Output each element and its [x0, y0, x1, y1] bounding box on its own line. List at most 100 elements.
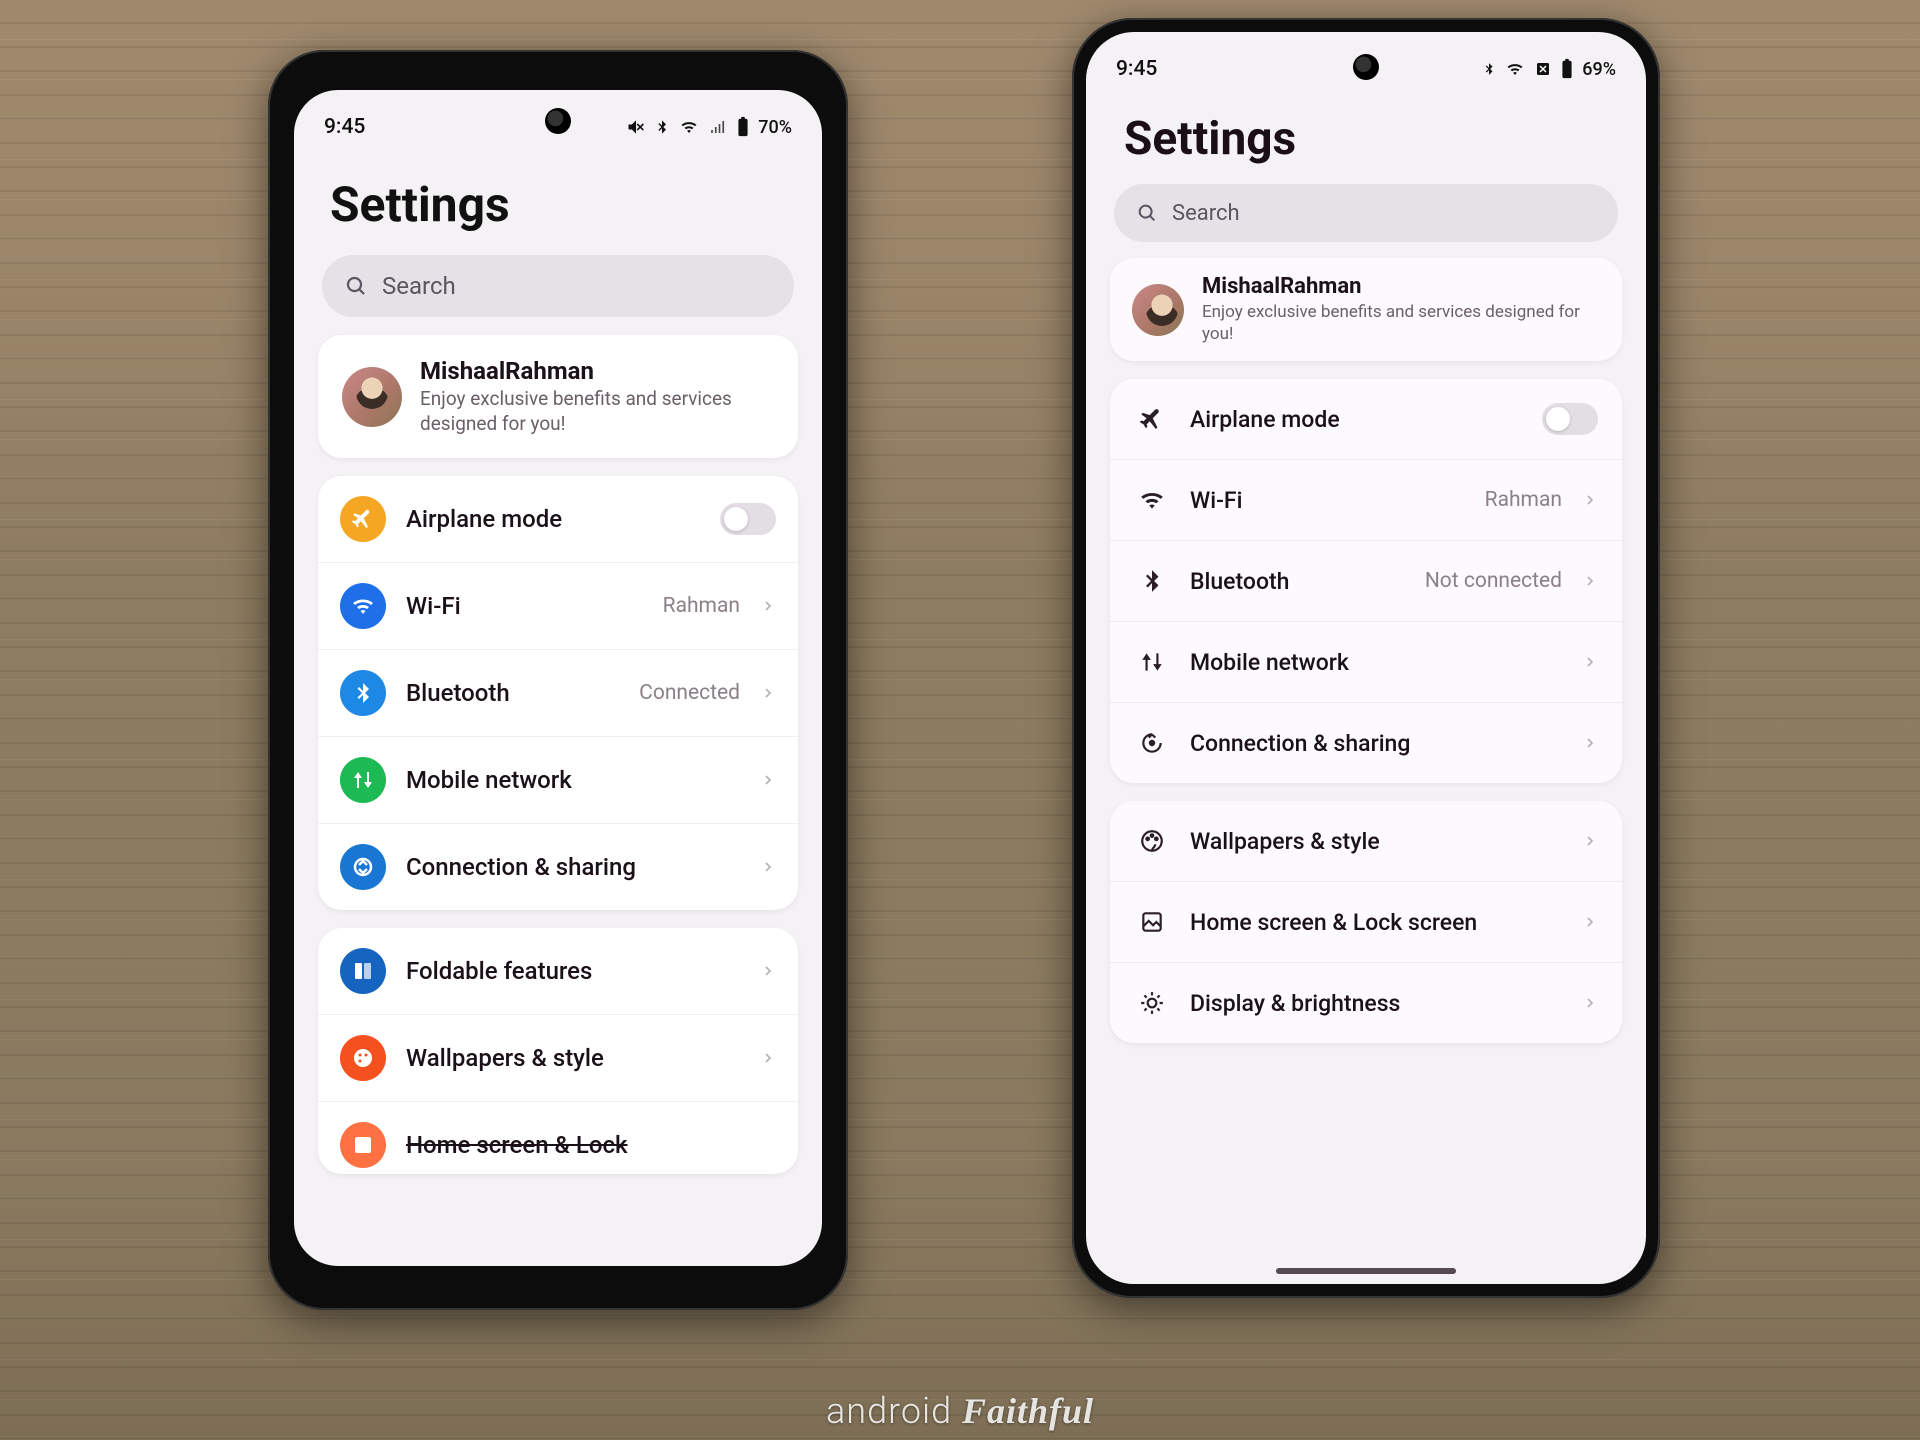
chevron-right-icon [1582, 569, 1598, 593]
profile-subtitle: Enjoy exclusive benefits and services de… [1202, 301, 1600, 345]
row-airplane-mode[interactable]: Airplane mode [318, 476, 798, 562]
row-label: Mobile network [406, 766, 740, 794]
airplane-toggle[interactable] [720, 503, 776, 535]
row-label: Bluetooth [1190, 568, 1405, 595]
search-icon [1136, 202, 1158, 224]
avatar [1132, 284, 1184, 336]
row-mobile-network[interactable]: Mobile network [318, 736, 798, 823]
camera-hole-icon [545, 108, 571, 134]
personalization-group: Foldable features Wallpapers & style Hom… [318, 928, 798, 1174]
row-value: Connected [639, 681, 740, 705]
row-value: Rahman [1485, 488, 1562, 512]
airplane-toggle[interactable] [1542, 403, 1598, 435]
row-airplane-mode[interactable]: Airplane mode [1110, 379, 1622, 459]
connection-sharing-icon [1134, 725, 1170, 761]
status-time: 9:45 [1116, 57, 1157, 81]
row-label: Home screen & Lock screen [1190, 909, 1562, 936]
row-wallpapers-style[interactable]: Wallpapers & style [318, 1014, 798, 1101]
row-home-lock-screen[interactable]: Home screen & Lock screen [1110, 881, 1622, 962]
row-label: Airplane mode [406, 505, 700, 533]
row-bluetooth[interactable]: Bluetooth Connected [318, 649, 798, 736]
connectivity-group: Airplane mode Wi-Fi Rahman Bluetooth Not… [1110, 379, 1622, 783]
row-mobile-network[interactable]: Mobile network [1110, 621, 1622, 702]
bluetooth-icon [340, 670, 386, 716]
chevron-right-icon [1582, 731, 1598, 755]
search-input[interactable]: Search [322, 255, 794, 317]
row-label: Connection & sharing [1190, 730, 1562, 757]
signal-icon [708, 118, 728, 136]
no-sim-icon [1534, 60, 1552, 78]
gesture-bar[interactable] [1276, 1268, 1456, 1274]
row-display-brightness[interactable]: Display & brightness [1110, 962, 1622, 1043]
avatar [342, 367, 402, 427]
home-lock-icon [1134, 904, 1170, 940]
wallpapers-icon [340, 1035, 386, 1081]
connection-sharing-icon [340, 844, 386, 890]
row-home-lock[interactable]: Home screen & Lock [318, 1101, 798, 1174]
mobile-network-icon [340, 757, 386, 803]
row-wifi[interactable]: Wi-Fi Rahman [1110, 459, 1622, 540]
brightness-icon [1134, 985, 1170, 1021]
mute-icon [626, 117, 646, 137]
row-label: Wi-Fi [1190, 487, 1465, 514]
chevron-right-icon [1582, 910, 1598, 934]
search-icon [344, 274, 368, 298]
row-value: Rahman [663, 594, 740, 618]
wallpapers-icon [1134, 823, 1170, 859]
chevron-right-icon [760, 959, 776, 983]
battery-icon [736, 116, 750, 138]
chevron-right-icon [1582, 488, 1598, 512]
chevron-right-icon [1582, 991, 1598, 1015]
page-title: Settings [294, 146, 822, 255]
connectivity-group: Airplane mode Wi-Fi Rahman Bluetooth Con… [318, 476, 798, 910]
chevron-right-icon [760, 768, 776, 792]
row-wifi[interactable]: Wi-Fi Rahman [318, 562, 798, 649]
row-foldable-features[interactable]: Foldable features [318, 928, 798, 1014]
row-wallpapers-style[interactable]: Wallpapers & style [1110, 801, 1622, 881]
wifi-icon [1134, 482, 1170, 518]
watermark: android Faithful [826, 1390, 1094, 1432]
wifi-icon [340, 583, 386, 629]
chevron-right-icon [760, 1046, 776, 1070]
row-value: Not connected [1425, 569, 1562, 593]
row-label: Connection & sharing [406, 853, 740, 881]
chevron-right-icon [1582, 650, 1598, 674]
row-label: Wi-Fi [406, 592, 643, 620]
bluetooth-icon [654, 117, 670, 137]
status-battery: 69% [1582, 59, 1616, 80]
search-placeholder: Search [1172, 201, 1240, 226]
row-label: Wallpapers & style [406, 1044, 740, 1072]
profile-subtitle: Enjoy exclusive benefits and services de… [420, 387, 774, 436]
wifi-icon [1504, 60, 1526, 78]
row-label: Mobile network [1190, 649, 1562, 676]
status-time: 9:45 [324, 115, 365, 139]
watermark-word-2: Faithful [962, 1391, 1094, 1431]
profile-card[interactable]: MishaalRahman Enjoy exclusive benefits a… [318, 335, 798, 458]
row-connection-sharing[interactable]: Connection & sharing [1110, 702, 1622, 783]
mobile-network-icon [1134, 644, 1170, 680]
profile-card[interactable]: MishaalRahman Enjoy exclusive benefits a… [1110, 258, 1622, 361]
chevron-right-icon [760, 681, 776, 705]
phone-right-frame: 9:45 69% Settings Search MishaalRahman E… [1072, 18, 1660, 1298]
phone-right-screen: 9:45 69% Settings Search MishaalRahman E… [1086, 32, 1646, 1284]
row-connection-sharing[interactable]: Connection & sharing [318, 823, 798, 910]
phone-left-frame: 9:45 70% Settings Search MishaalRahman E… [268, 50, 848, 1310]
row-label: Display & brightness [1190, 990, 1562, 1017]
profile-name: MishaalRahman [1202, 274, 1600, 299]
airplane-icon [340, 496, 386, 542]
camera-hole-icon [1353, 54, 1379, 80]
battery-icon [1560, 58, 1574, 80]
phone-left-screen: 9:45 70% Settings Search MishaalRahman E… [294, 90, 822, 1266]
search-input[interactable]: Search [1114, 184, 1618, 242]
row-bluetooth[interactable]: Bluetooth Not connected [1110, 540, 1622, 621]
status-battery: 70% [758, 117, 792, 138]
home-lock-icon [340, 1122, 386, 1168]
bluetooth-icon [1134, 563, 1170, 599]
wifi-icon [678, 118, 700, 136]
status-icons: 70% [626, 116, 792, 138]
chevron-right-icon [1582, 829, 1598, 853]
foldable-icon [340, 948, 386, 994]
page-title: Settings [1086, 88, 1646, 184]
row-label: Bluetooth [406, 679, 619, 707]
personalization-group: Wallpapers & style Home screen & Lock sc… [1110, 801, 1622, 1043]
